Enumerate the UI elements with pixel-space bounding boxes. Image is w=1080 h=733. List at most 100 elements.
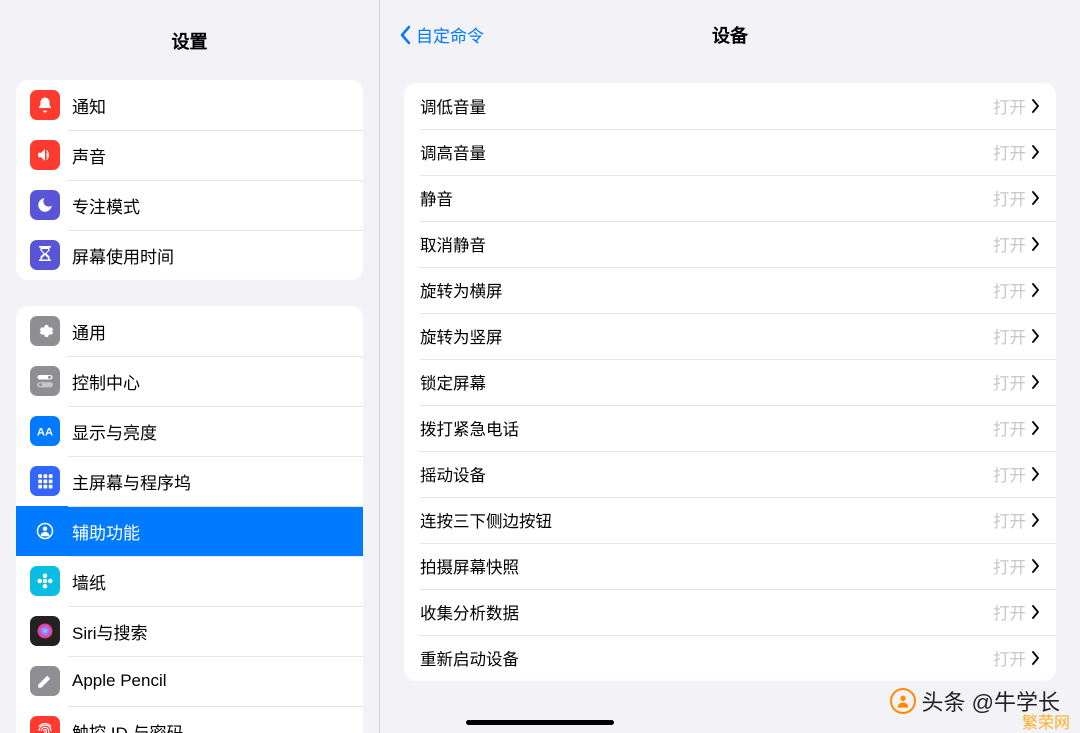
action-value: 打开: [993, 370, 1026, 394]
page-title: 设备: [712, 22, 748, 48]
sidebar-item-screentime[interactable]: 屏幕使用时间: [16, 230, 363, 280]
chevron-right-icon: [1032, 651, 1040, 665]
sidebar-item-sounds[interactable]: 声音: [16, 130, 363, 180]
action-emergency-call[interactable]: 拨打紧急电话打开: [404, 405, 1056, 451]
action-rotate-portrait[interactable]: 旋转为竖屏打开: [404, 313, 1056, 359]
sidebar-item-label: 控制中心: [72, 369, 140, 394]
speaker-icon: [30, 140, 60, 170]
chevron-left-icon: [398, 25, 412, 45]
action-value: 打开: [993, 462, 1026, 486]
action-label: 调低音量: [420, 94, 993, 118]
sidebar-item-label: 通知: [72, 93, 106, 118]
action-triple-click[interactable]: 连按三下侧边按钮打开: [404, 497, 1056, 543]
action-label: 拍摄屏幕快照: [420, 554, 993, 578]
sidebar-item-label: 声音: [72, 143, 106, 168]
chevron-right-icon: [1032, 329, 1040, 343]
action-label: 收集分析数据: [420, 600, 993, 624]
action-label: 摇动设备: [420, 462, 993, 486]
pencil-icon: [30, 666, 60, 696]
sidebar-item-label: 墙纸: [72, 569, 106, 594]
grid-icon: [30, 466, 60, 496]
sidebar-item-touchid[interactable]: 触控 ID 与密码: [16, 706, 363, 733]
sidebar-item-focus[interactable]: 专注模式: [16, 180, 363, 230]
detail-pane: 自定命令 设备 调低音量打开调高音量打开静音打开取消静音打开旋转为横屏打开旋转为…: [380, 0, 1080, 733]
fingerprint-icon: [30, 716, 60, 733]
action-restart[interactable]: 重新启动设备打开: [404, 635, 1056, 681]
chevron-right-icon: [1032, 191, 1040, 205]
sidebar-item-label: 辅助功能: [72, 519, 140, 544]
action-volume-down[interactable]: 调低音量打开: [404, 83, 1056, 129]
device-actions-list: 调低音量打开调高音量打开静音打开取消静音打开旋转为横屏打开旋转为竖屏打开锁定屏幕…: [404, 83, 1056, 681]
action-label: 旋转为横屏: [420, 278, 993, 302]
action-shake[interactable]: 摇动设备打开: [404, 451, 1056, 497]
navbar: 自定命令 设备: [380, 0, 1080, 59]
aa-icon: [30, 416, 60, 446]
bell-icon: [30, 90, 60, 120]
sidebar-item-label: Siri与搜索: [72, 619, 148, 644]
chevron-right-icon: [1032, 283, 1040, 297]
sidebar-item-label: 专注模式: [72, 193, 140, 218]
sidebar-item-label: 显示与亮度: [72, 419, 157, 444]
action-value: 打开: [993, 140, 1026, 164]
sidebar-item-accessibility[interactable]: 辅助功能: [16, 506, 363, 556]
action-label: 重新启动设备: [420, 646, 993, 670]
action-unmute[interactable]: 取消静音打开: [404, 221, 1056, 267]
chevron-right-icon: [1032, 421, 1040, 435]
sidebar-item-label: 主屏幕与程序坞: [72, 469, 191, 494]
action-value: 打开: [993, 554, 1026, 578]
action-label: 取消静音: [420, 232, 993, 256]
sidebar-item-display[interactable]: 显示与亮度: [16, 406, 363, 456]
chevron-right-icon: [1032, 513, 1040, 527]
action-value: 打开: [993, 324, 1026, 348]
sidebar-item-wallpaper[interactable]: 墙纸: [16, 556, 363, 606]
action-label: 锁定屏幕: [420, 370, 993, 394]
chevron-right-icon: [1032, 375, 1040, 389]
home-indicator[interactable]: [466, 720, 614, 725]
action-label: 调高音量: [420, 140, 993, 164]
sidebar-item-homescreen[interactable]: 主屏幕与程序坞: [16, 456, 363, 506]
settings-sidebar: 设置 通知声音专注模式屏幕使用时间通用控制中心显示与亮度主屏幕与程序坞辅助功能墙…: [0, 0, 380, 733]
action-volume-up[interactable]: 调高音量打开: [404, 129, 1056, 175]
action-mute[interactable]: 静音打开: [404, 175, 1056, 221]
action-value: 打开: [993, 646, 1026, 670]
action-value: 打开: [993, 278, 1026, 302]
sidebar-item-label: 通用: [72, 319, 106, 344]
action-rotate-landscape[interactable]: 旋转为横屏打开: [404, 267, 1056, 313]
sidebar-item-pencil[interactable]: Apple Pencil: [16, 656, 363, 706]
moon-icon: [30, 190, 60, 220]
sidebar-item-controlcenter[interactable]: 控制中心: [16, 356, 363, 406]
sidebar-title: 设置: [0, 0, 379, 68]
sidebar-item-notifications[interactable]: 通知: [16, 80, 363, 130]
back-button[interactable]: 自定命令: [398, 22, 484, 47]
action-value: 打开: [993, 94, 1026, 118]
hourglass-icon: [30, 240, 60, 270]
action-value: 打开: [993, 600, 1026, 624]
action-label: 拨打紧急电话: [420, 416, 993, 440]
sidebar-item-general[interactable]: 通用: [16, 306, 363, 356]
action-label: 旋转为竖屏: [420, 324, 993, 348]
gear-icon: [30, 316, 60, 346]
sidebar-item-label: 屏幕使用时间: [72, 243, 174, 268]
chevron-right-icon: [1032, 145, 1040, 159]
sidebar-item-siri[interactable]: Siri与搜索: [16, 606, 363, 656]
action-value: 打开: [993, 508, 1026, 532]
action-lock-screen[interactable]: 锁定屏幕打开: [404, 359, 1056, 405]
action-analytics[interactable]: 收集分析数据打开: [404, 589, 1056, 635]
chevron-right-icon: [1032, 605, 1040, 619]
watermark-site: 繁荣网: [1022, 709, 1070, 733]
sidebar-item-label: Apple Pencil: [72, 671, 167, 691]
chevron-right-icon: [1032, 559, 1040, 573]
head-icon: [890, 688, 916, 714]
siri-icon: [30, 616, 60, 646]
sidebar-item-label: 触控 ID 与密码: [72, 719, 183, 733]
action-label: 连按三下侧边按钮: [420, 508, 993, 532]
action-screenshot[interactable]: 拍摄屏幕快照打开: [404, 543, 1056, 589]
person-icon: [30, 516, 60, 546]
back-label: 自定命令: [416, 22, 484, 47]
action-value: 打开: [993, 416, 1026, 440]
switches-icon: [30, 366, 60, 396]
flower-icon: [30, 566, 60, 596]
chevron-right-icon: [1032, 99, 1040, 113]
action-label: 静音: [420, 186, 993, 210]
action-value: 打开: [993, 232, 1026, 256]
